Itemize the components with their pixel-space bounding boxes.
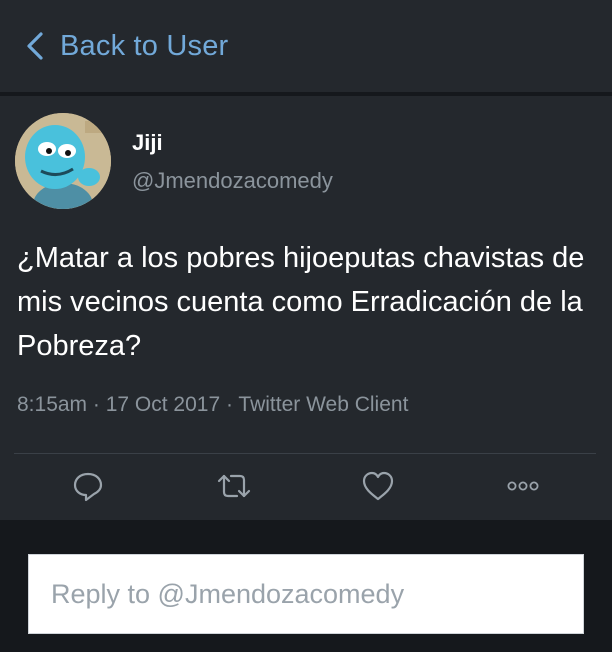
back-label: Back to User: [60, 29, 229, 62]
like-button[interactable]: [360, 468, 396, 504]
chevron-left-icon: [27, 32, 43, 60]
retweet-icon: [217, 474, 251, 498]
heart-icon: [362, 471, 394, 501]
tweet-actions: [0, 468, 612, 504]
reply-button[interactable]: [70, 468, 106, 504]
reply-area: [0, 520, 612, 652]
top-bar: Back to User: [0, 0, 612, 92]
divider: [14, 453, 596, 454]
tweet-text: ¿Matar a los pobres hijoeputas chavistas…: [17, 242, 585, 362]
back-to-user-link[interactable]: Back to User: [24, 30, 228, 63]
tweet-card: Jiji @Jmendozacomedy ¿Matar a los pobres…: [0, 96, 612, 520]
reply-input[interactable]: [28, 554, 584, 634]
retweet-button[interactable]: [216, 468, 252, 504]
display-name[interactable]: Jiji: [132, 130, 163, 156]
reply-icon: [73, 472, 103, 502]
more-button[interactable]: [505, 468, 541, 504]
tweet-meta: 8:15am · 17 Oct 2017 · Twitter Web Clien…: [17, 393, 409, 416]
more-icon: [507, 481, 539, 491]
user-handle[interactable]: @Jmendozacomedy: [132, 168, 333, 194]
avatar[interactable]: [15, 113, 111, 209]
